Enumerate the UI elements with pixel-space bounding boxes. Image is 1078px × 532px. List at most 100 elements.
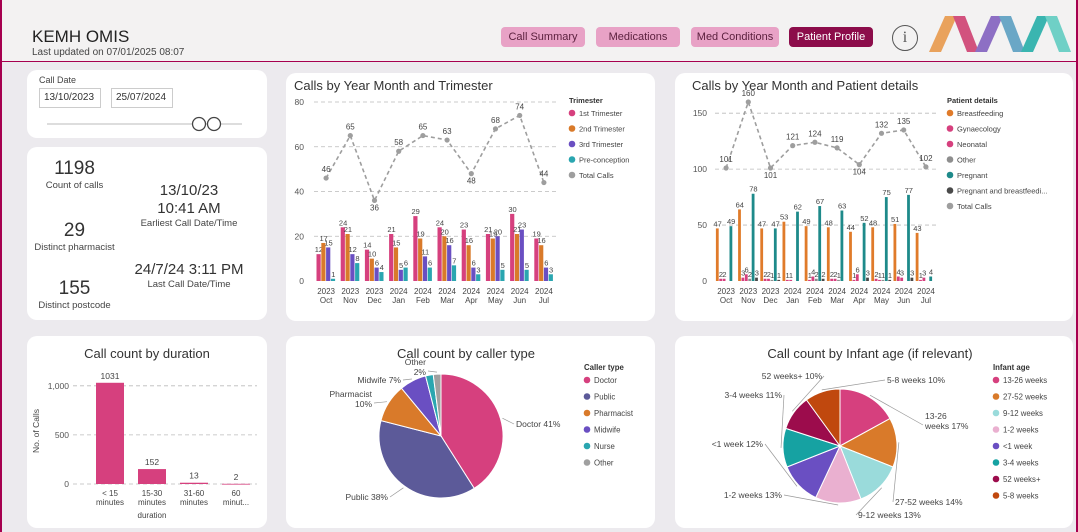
bar — [755, 277, 758, 281]
legend-marker — [583, 393, 591, 400]
line-data-label: 119 — [831, 135, 844, 144]
data-label: 47 — [771, 219, 779, 228]
slider-handle-start[interactable] — [191, 116, 207, 132]
trimester-chart: Calls by Year Month and Trimester 0 20 40 60… — [294, 78, 629, 305]
data-label: 48 — [869, 218, 877, 227]
data-label: 14 — [363, 241, 371, 250]
date-to-input[interactable]: 25/07/2024 — [111, 88, 173, 108]
data-label: 3 — [755, 269, 759, 278]
slice-label: 52 weeks+ 10% — [762, 371, 823, 381]
line-point — [790, 143, 796, 149]
data-label: 1031 — [101, 371, 120, 381]
data-label: 15 — [324, 238, 332, 247]
bar — [485, 234, 491, 281]
bar — [796, 211, 799, 281]
data-label: 152 — [145, 457, 159, 467]
bar — [837, 279, 840, 281]
data-label: 63 — [838, 202, 846, 211]
line-point — [767, 165, 774, 171]
legend-item: 3-4 weeks — [1003, 459, 1039, 468]
x-tick-month: Oct — [320, 296, 333, 305]
legend-item: Pregnant — [957, 171, 988, 180]
data-label: 1 — [770, 271, 774, 280]
bar — [866, 277, 869, 281]
y-tick-label: 0 — [64, 479, 69, 489]
legend-marker — [946, 202, 954, 210]
nav-med-conditions-button[interactable]: Med Conditions — [691, 27, 779, 47]
legend-marker — [583, 442, 591, 450]
logo-icon — [929, 16, 1071, 52]
bar — [855, 274, 859, 281]
slice-label: Midwife 7% — [358, 375, 402, 385]
leader-line — [821, 379, 886, 391]
line-point — [444, 137, 450, 143]
bar — [96, 382, 124, 484]
bar — [770, 279, 774, 281]
nav-call-summary-button[interactable]: Call Summary — [501, 27, 585, 47]
call-date-label: Call Date — [39, 75, 77, 85]
legend-marker — [992, 475, 1000, 483]
legend-marker — [946, 140, 954, 148]
slice-label: Public 38% — [345, 492, 388, 502]
slider-handle-end[interactable] — [206, 116, 222, 132]
y-tick-label: 80 — [295, 97, 305, 107]
data-label: 6 — [375, 259, 379, 268]
legend-item: 13-26 weeks — [1003, 376, 1047, 385]
y-axis-label: No. of Calls — [31, 409, 41, 453]
earliest-call-label: Earliest Call Date/Time — [140, 218, 238, 229]
bar — [543, 267, 549, 281]
line-data-label: 63 — [443, 127, 452, 136]
date-from-input[interactable]: 13/10/2023 — [39, 88, 101, 108]
info-icon[interactable]: i — [892, 25, 918, 51]
legend-marker — [568, 140, 576, 148]
legend-item: 1-2 weeks — [1003, 426, 1039, 435]
caller-type-chart-card: Call count by caller type Doctor 41% Publi… — [286, 336, 655, 528]
x-tick-month: Jul — [921, 296, 931, 305]
data-label: 8 — [355, 254, 359, 263]
line-point — [420, 132, 426, 139]
data-label: 6 — [544, 259, 548, 268]
legend-marker — [568, 171, 576, 179]
data-label: 3 — [866, 269, 870, 278]
x-tick-year: 2023 — [341, 287, 359, 296]
duration-chart-card: Call count by duration 0 500 1,000 No. of Ca… — [27, 336, 267, 528]
distinct-postcode-kpi: 155 Distinct postcode — [32, 278, 117, 311]
nav-patient-profile-button[interactable]: Patient Profile — [789, 27, 873, 47]
legend-marker — [946, 187, 954, 194]
legend-item: 52 weeks+ — [1003, 475, 1041, 484]
legend-marker — [583, 426, 591, 433]
date-range-slider[interactable] — [47, 116, 242, 132]
distinct-pharmacist-kpi: 29 Distinct pharmacist — [32, 220, 117, 253]
slice-label: <1 week 12% — [712, 439, 764, 449]
x-tick-month: Apr — [853, 296, 866, 305]
total-calls-line — [725, 99, 927, 170]
bar — [471, 267, 476, 281]
bar — [840, 210, 844, 281]
line-point — [834, 145, 840, 151]
slice-label: Other 2% — [405, 357, 427, 377]
bar — [852, 279, 856, 281]
line-point — [541, 179, 547, 186]
slice-label: 9-12 weeks 13% — [858, 510, 921, 520]
nav-medications-button[interactable]: Medications — [596, 27, 680, 47]
legend-item: 1st Trimester — [579, 109, 623, 118]
data-label: 1 — [777, 271, 781, 280]
bar — [888, 279, 892, 281]
data-label: 2 — [815, 270, 819, 279]
bar — [900, 277, 904, 281]
legend-marker — [992, 409, 1000, 417]
distinct-postcode-label: Distinct postcode — [38, 300, 111, 311]
bar — [910, 277, 914, 281]
chart-title: Call count by duration — [84, 346, 210, 361]
bar — [878, 279, 881, 281]
data-label: 2 — [234, 472, 239, 482]
line-point — [396, 148, 402, 154]
legend-item: Pregnant and breastfeedi... — [957, 187, 1047, 196]
bar — [722, 278, 726, 281]
y-tick-label: 100 — [693, 164, 707, 174]
data-label: 1 — [331, 270, 335, 279]
x-tick-year: 2024 — [806, 287, 824, 296]
last-call-value: 24/7/24 3:11 PM — [134, 261, 244, 278]
legend-item: Neonatal — [957, 140, 987, 149]
x-tick-label: 31-60 minutes — [180, 489, 208, 507]
